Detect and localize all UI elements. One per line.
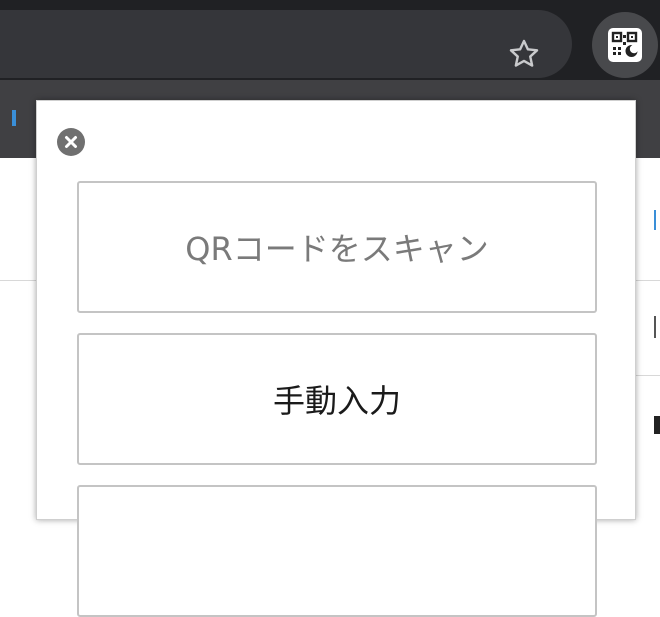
qr-extension-popup: QRコードをスキャン 手動入力 xyxy=(36,100,636,617)
address-bar[interactable] xyxy=(0,10,572,78)
bookmark-star-button[interactable] xyxy=(500,30,548,78)
qr-extension-button[interactable] xyxy=(592,12,658,78)
page-text-fragment xyxy=(654,416,660,434)
manual-input-label: 手動入力 xyxy=(272,382,401,420)
close-button[interactable] xyxy=(57,128,85,156)
manual-input-button[interactable]: 手動入力 xyxy=(77,333,597,465)
page-divider xyxy=(0,280,36,281)
page-divider xyxy=(636,280,660,281)
close-circle-icon xyxy=(65,136,77,148)
navbar-accent-mark xyxy=(12,110,16,126)
browser-toolbar xyxy=(0,0,660,80)
star-outline-icon xyxy=(509,39,539,67)
page-text-fragment xyxy=(654,316,660,338)
page-link-fragment xyxy=(654,210,660,230)
scan-qr-label: QRコードをスキャン xyxy=(185,230,489,268)
qr-code-icon xyxy=(608,28,642,62)
page-divider xyxy=(636,375,660,376)
popup-button[interactable] xyxy=(77,485,597,617)
scan-qr-button[interactable]: QRコードをスキャン xyxy=(77,181,597,313)
